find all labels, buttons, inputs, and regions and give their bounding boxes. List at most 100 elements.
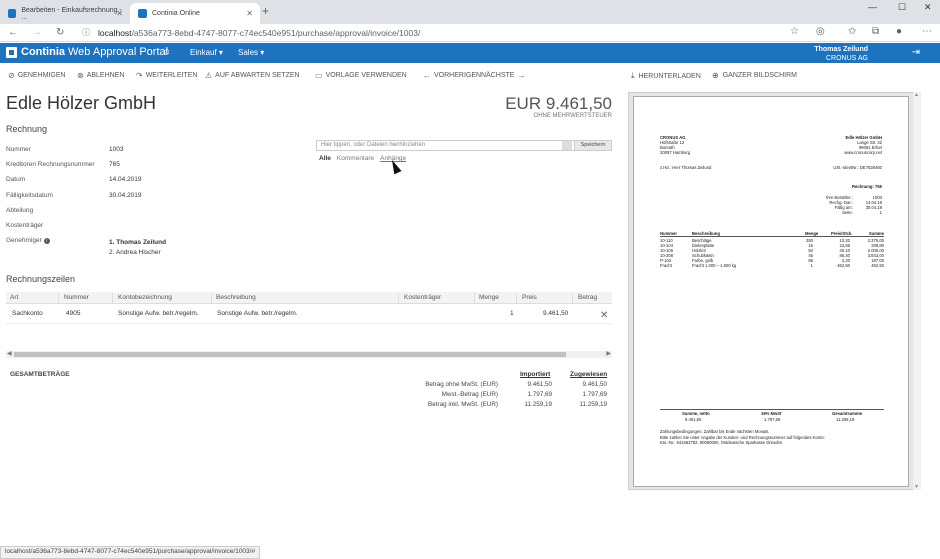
cell-number: 4905 — [66, 310, 81, 317]
zoom-icon: ⊕ — [712, 71, 719, 80]
col-quantity[interactable]: Menge — [479, 294, 499, 301]
new-tab-icon[interactable]: + — [262, 4, 269, 18]
forward-button[interactable]: ↷ WEITERLEITEN — [136, 71, 197, 80]
reload-icon[interactable]: ↻ — [56, 27, 64, 38]
forward-icon[interactable]: → — [32, 27, 42, 38]
approver-list: 1. Thomas Zeilund 2. Andrea Hischer — [109, 238, 166, 258]
col-type[interactable]: Art — [10, 294, 18, 301]
col-number[interactable]: Nummer — [64, 294, 89, 301]
col-price[interactable]: Preis — [522, 294, 537, 301]
more-menu-icon[interactable]: ⋯ — [922, 26, 932, 37]
tab-label: Bearbeiten - Einkaufsrechnung - ... — [21, 6, 122, 21]
brand-subtitle: Web Approval Portal — [68, 46, 169, 58]
cell-account-name: Sonstige Aufw. betr./regelm. — [118, 310, 199, 317]
col-cost-object[interactable]: Kostenträger — [404, 294, 441, 301]
next-button[interactable]: NÄCHSTE → — [481, 71, 528, 80]
col-account-name[interactable]: Kontobezeichnung — [118, 294, 172, 301]
sign-out-icon[interactable]: ⇥ — [912, 47, 920, 58]
totals-label: Betrag inkl. MwSt. (EUR) — [428, 401, 498, 408]
fullscreen-button[interactable]: ⊕ GANZER BILDSCHIRM — [712, 71, 797, 80]
invoice-lines-table: Art Nummer Kontobezeichnung Beschreibung… — [6, 292, 612, 324]
arrow-left-icon: ← — [423, 71, 431, 80]
field-number: Nummer 1003 — [6, 146, 306, 161]
reject-circle-icon: ⊗ — [77, 71, 84, 80]
horizontal-scrollbar[interactable]: ◀ ▶ — [6, 351, 612, 358]
close-icon[interactable]: ✕ — [116, 9, 123, 18]
maximize-icon[interactable]: ☐ — [898, 2, 906, 13]
attention-line: z.Hd.: Herr Thomas Zeilund — [660, 165, 712, 170]
info-icon[interactable]: i — [43, 238, 50, 245]
info-icon[interactable]: ⓘ — [82, 26, 90, 40]
scroll-right-icon[interactable]: ▶ — [606, 350, 611, 357]
reject-button[interactable]: ⊗ ABLEHNEN — [77, 71, 124, 80]
invoice-fields: Nummer 1003 Kreditoren Rechnungsnummer 765… — [6, 146, 306, 252]
document-item-cell: 462,50 — [871, 263, 884, 268]
favorites-icon[interactable]: ✩ — [848, 26, 856, 37]
tab-all[interactable]: Alle — [319, 155, 331, 162]
download-icon: ⤓ — [631, 71, 635, 80]
home-icon[interactable]: ⌂ — [164, 46, 170, 57]
browser-tab-edit-invoice[interactable]: Bearbeiten - Einkaufsrechnung - ... ✕ — [0, 3, 130, 24]
scrollbar-thumb[interactable] — [14, 352, 566, 357]
previous-button[interactable]: ← VORHERIGEN — [423, 71, 481, 80]
arrow-right-icon: → — [517, 71, 526, 80]
tab-label: Continia Online — [152, 10, 200, 17]
back-icon[interactable]: ← — [8, 27, 18, 38]
approver-1: 1. Thomas Zeilund — [109, 239, 167, 246]
attach-icon[interactable] — [562, 141, 572, 150]
extension-icon[interactable]: ◎ — [816, 26, 825, 37]
next-label: NÄCHSTE — [481, 72, 515, 79]
warning-icon: ⚠ — [205, 71, 213, 80]
scroll-down-icon[interactable]: ▼ — [914, 484, 919, 490]
window-close-icon[interactable]: ✕ — [924, 2, 932, 13]
totals-imported: 9.461,50 — [527, 381, 552, 388]
user-name: Thomas Zeilund — [814, 46, 868, 53]
minimize-icon[interactable]: — — [868, 2, 877, 12]
cell-description: Sonstige Aufw. betr./regelm. — [217, 310, 298, 317]
preview-scrollbar[interactable]: ▲ ▼ — [913, 92, 921, 490]
scroll-up-icon[interactable]: ▲ — [914, 92, 919, 98]
col-amount[interactable]: Betrag — [578, 294, 597, 301]
scroll-left-icon[interactable]: ◀ — [7, 350, 12, 357]
continia-favicon-icon — [138, 9, 147, 18]
invoice-document-page: CRONUS AG Hofstraße 12 Bonrath 20097 Ham… — [633, 96, 909, 487]
url-path: /a536a773-8ebd-4747-8077-c74ec540e951/pu… — [131, 28, 421, 38]
browser-tab-continia-online[interactable]: Continia Online ✕ — [130, 3, 260, 24]
collections-icon[interactable]: ⧉ — [872, 26, 879, 37]
user-info[interactable]: Thomas Zeilund CRONUS AG — [814, 45, 868, 63]
fullscreen-label: GANZER BILDSCHIRM — [722, 72, 797, 79]
totals-imported: 1.797,69 — [527, 391, 552, 398]
browser-tabstrip: Bearbeiten - Einkaufsrechnung - ... ✕ Co… — [0, 0, 940, 24]
delete-row-icon[interactable]: ✕ — [600, 310, 608, 321]
field-label: Nummer — [6, 146, 31, 153]
download-button[interactable]: ⤓ HERUNTERLADEN — [631, 71, 701, 81]
save-comment-button[interactable]: Speichern — [574, 140, 612, 151]
field-vendor-invoice-number: Kreditoren Rechnungsnummer 765 — [6, 161, 306, 176]
document-item-cell: Fracht — [660, 263, 672, 268]
field-department: Abteilung — [6, 207, 306, 222]
forward-arrow-icon: ↷ — [136, 71, 143, 80]
forward-label: WEITERLEITEN — [145, 72, 198, 79]
field-label: Genehmiger i — [6, 237, 50, 245]
nav-purchase[interactable]: Einkauf ▾ — [190, 48, 223, 57]
col-description[interactable]: Beschreibung — [216, 294, 256, 301]
table-row[interactable]: Sachkonto 4905 Sonstige Aufw. betr./rege… — [6, 304, 612, 324]
field-value: 30.04.2019 — [109, 191, 142, 199]
continia-logo-icon — [6, 46, 17, 58]
profile-icon[interactable]: ● — [896, 26, 902, 37]
url-field[interactable]: ⓘ localhost/a536a773-8ebd-4747-8077-c74e… — [82, 26, 802, 40]
vat-id: USt.-IdentNr.: DE7528460 — [833, 165, 882, 170]
use-template-button[interactable]: ▭ VORLAGE VERWENDEN — [315, 71, 407, 80]
field-value: 14.04.2019 — [109, 176, 142, 184]
use-template-label: VORLAGE VERWENDEN — [325, 72, 407, 79]
approve-label: GENEHMIGEN — [17, 72, 66, 79]
nav-sales[interactable]: Sales ▾ — [238, 48, 264, 57]
brand-logo[interactable]: Continia Web Approval Portal — [6, 46, 168, 58]
on-hold-button[interactable]: ⚠ AUF ABWARTEN SETZEN — [205, 71, 300, 80]
user-company: CRONUS AG — [825, 55, 868, 62]
tab-comments[interactable]: Kommentare — [337, 155, 374, 162]
close-icon[interactable]: ✕ — [246, 9, 253, 18]
cell-quantity: 1 — [510, 310, 514, 317]
bookmark-star-icon[interactable]: ☆ — [790, 26, 799, 37]
approve-button[interactable]: ⊘ GENEHMIGEN — [8, 71, 66, 80]
